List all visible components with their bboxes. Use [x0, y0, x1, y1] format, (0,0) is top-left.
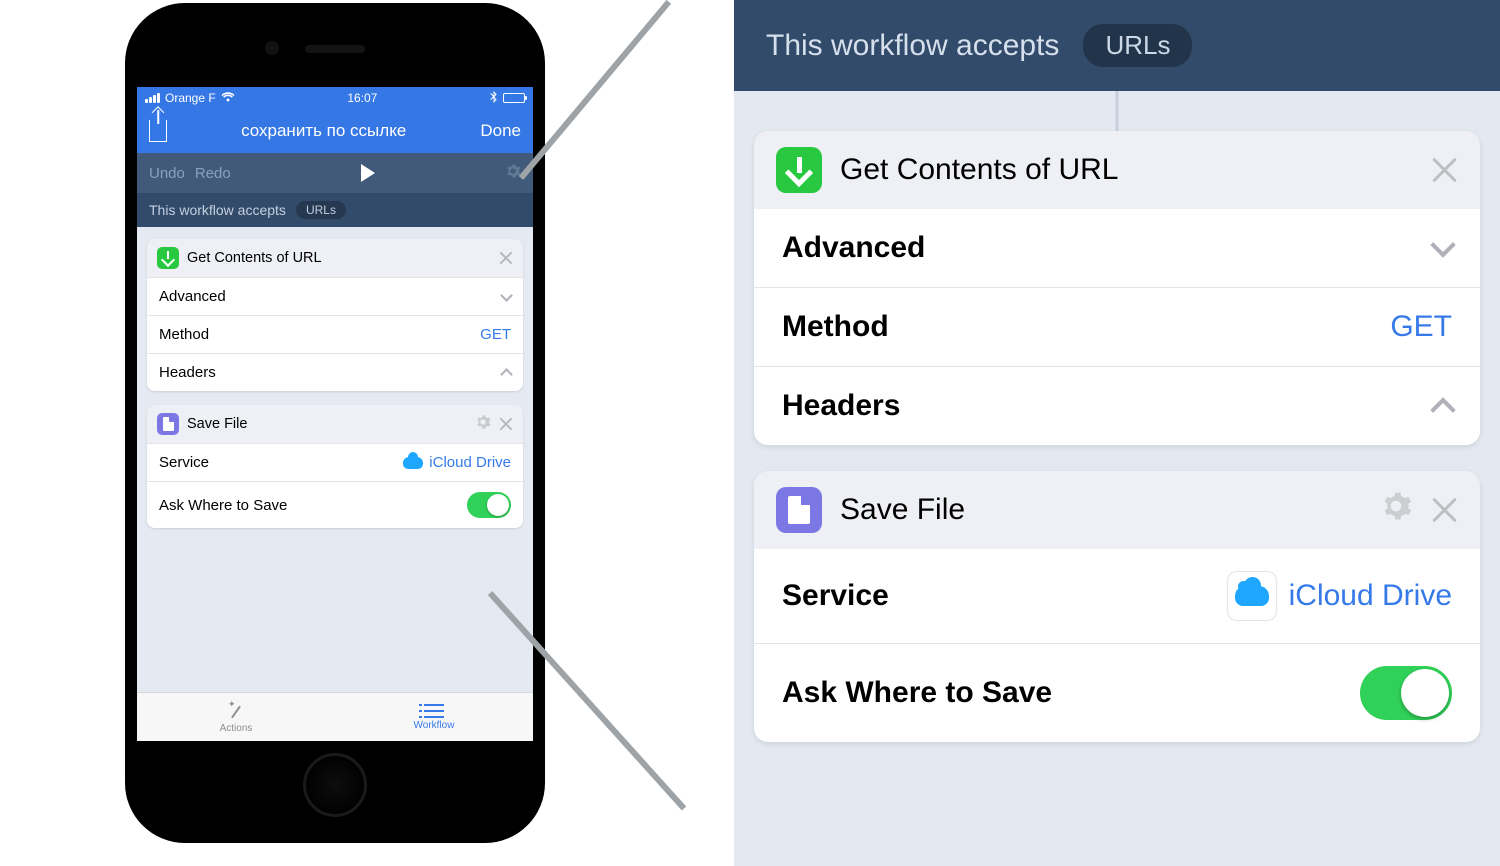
chevron-up-icon — [500, 368, 513, 381]
navigation-bar: сохранить по ссылке Done — [137, 109, 533, 153]
tab-label: Workflow — [414, 720, 455, 731]
icloud-icon — [1235, 586, 1269, 606]
share-icon[interactable] — [149, 120, 167, 142]
accepts-pill[interactable]: URLs — [296, 201, 346, 219]
icloud-icon — [403, 457, 423, 469]
row-label: Advanced — [782, 231, 925, 265]
row-method[interactable]: Method GET — [754, 287, 1480, 366]
battery-icon — [503, 93, 525, 103]
home-button[interactable] — [303, 753, 367, 817]
close-icon[interactable] — [1430, 156, 1458, 184]
action-title: Save File — [840, 493, 965, 527]
file-icon — [157, 413, 179, 435]
undo-button[interactable]: Undo — [149, 165, 185, 182]
file-icon — [776, 487, 822, 533]
row-label: Ask Where to Save — [782, 676, 1052, 710]
service-value[interactable]: iCloud Drive — [403, 454, 511, 471]
signal-icon — [145, 93, 160, 103]
tab-actions[interactable]: Actions — [137, 693, 335, 741]
method-value[interactable]: GET — [1390, 310, 1452, 344]
workflow-canvas-zoom: Get Contents of URL Advanced Method GET … — [734, 91, 1500, 866]
list-icon — [424, 704, 444, 718]
row-label: Method — [782, 310, 889, 344]
download-icon — [157, 247, 179, 269]
gear-icon[interactable] — [1380, 490, 1412, 530]
close-icon[interactable] — [499, 417, 513, 431]
chevron-down-icon — [1430, 232, 1455, 257]
close-icon[interactable] — [499, 251, 513, 265]
workflow-accepts-bar: This workflow accepts URLs — [137, 193, 533, 227]
row-label: Ask Where to Save — [159, 497, 287, 514]
row-label: Headers — [782, 389, 900, 423]
row-service[interactable]: Service iCloud Drive — [147, 443, 523, 481]
phone-speaker — [305, 45, 365, 53]
action-title: Get Contents of URL — [840, 153, 1118, 187]
row-advanced[interactable]: Advanced — [754, 209, 1480, 287]
toggle-ask-where[interactable] — [1360, 666, 1452, 720]
row-ask-where: Ask Where to Save — [754, 643, 1480, 742]
action-title: Save File — [187, 416, 247, 432]
zoom-panel: This workflow accepts URLs Get Contents … — [734, 0, 1500, 866]
download-icon — [776, 147, 822, 193]
wand-icon — [226, 701, 246, 721]
accepts-label: This workflow accepts — [149, 202, 286, 218]
workflow-canvas: Get Contents of URL Advanced Method GET — [137, 227, 533, 692]
row-method[interactable]: Method GET — [147, 315, 523, 353]
action-card-get-contents[interactable]: Get Contents of URL Advanced Method GET … — [754, 131, 1480, 445]
gear-icon[interactable] — [475, 414, 491, 434]
action-card-get-contents[interactable]: Get Contents of URL Advanced Method GET — [147, 239, 523, 391]
row-label: Service — [782, 579, 889, 613]
tab-workflow[interactable]: Workflow — [335, 693, 533, 741]
service-value[interactable]: iCloud Drive — [1227, 571, 1452, 621]
redo-button[interactable]: Redo — [195, 165, 231, 182]
row-label: Method — [159, 326, 209, 343]
action-card-save-file[interactable]: Save File Service iCloud Drive Ask Where… — [754, 471, 1480, 742]
bluetooth-icon — [490, 91, 497, 106]
row-label: Service — [159, 454, 209, 471]
row-label: Advanced — [159, 288, 226, 305]
wifi-icon — [221, 91, 235, 105]
bottom-tab-bar: Actions Workflow — [137, 692, 533, 741]
clock-label: 16:07 — [347, 91, 377, 105]
iphone-mockup: Orange F 16:07 сохранить по ссылке Do — [125, 3, 545, 843]
row-headers[interactable]: Headers — [147, 353, 523, 391]
connector-line — [1116, 91, 1119, 131]
status-bar: Orange F 16:07 — [137, 87, 533, 109]
chevron-down-icon — [500, 289, 513, 302]
accepts-label: This workflow accepts — [766, 29, 1059, 63]
phone-screen: Orange F 16:07 сохранить по ссылке Do — [137, 87, 533, 741]
editor-toolbar: Undo Redo — [137, 153, 533, 193]
row-ask-where: Ask Where to Save — [147, 481, 523, 528]
action-title: Get Contents of URL — [187, 250, 322, 266]
chevron-up-icon — [1430, 397, 1455, 422]
method-value[interactable]: GET — [480, 326, 511, 343]
row-service[interactable]: Service iCloud Drive — [754, 549, 1480, 643]
gear-icon[interactable] — [505, 163, 521, 183]
tab-label: Actions — [220, 723, 253, 734]
workflow-accepts-bar: This workflow accepts URLs — [734, 0, 1500, 91]
done-button[interactable]: Done — [480, 121, 521, 141]
nav-title: сохранить по ссылке — [241, 121, 406, 141]
play-icon[interactable] — [361, 164, 375, 182]
row-advanced[interactable]: Advanced — [147, 277, 523, 315]
carrier-label: Orange F — [165, 91, 216, 105]
toggle-ask-where[interactable] — [467, 492, 511, 518]
phone-front-camera — [265, 41, 279, 55]
accepts-pill[interactable]: URLs — [1083, 24, 1192, 67]
row-headers[interactable]: Headers — [754, 366, 1480, 445]
action-card-save-file[interactable]: Save File Service iCloud Drive — [147, 405, 523, 528]
close-icon[interactable] — [1430, 496, 1458, 524]
row-label: Headers — [159, 364, 216, 381]
